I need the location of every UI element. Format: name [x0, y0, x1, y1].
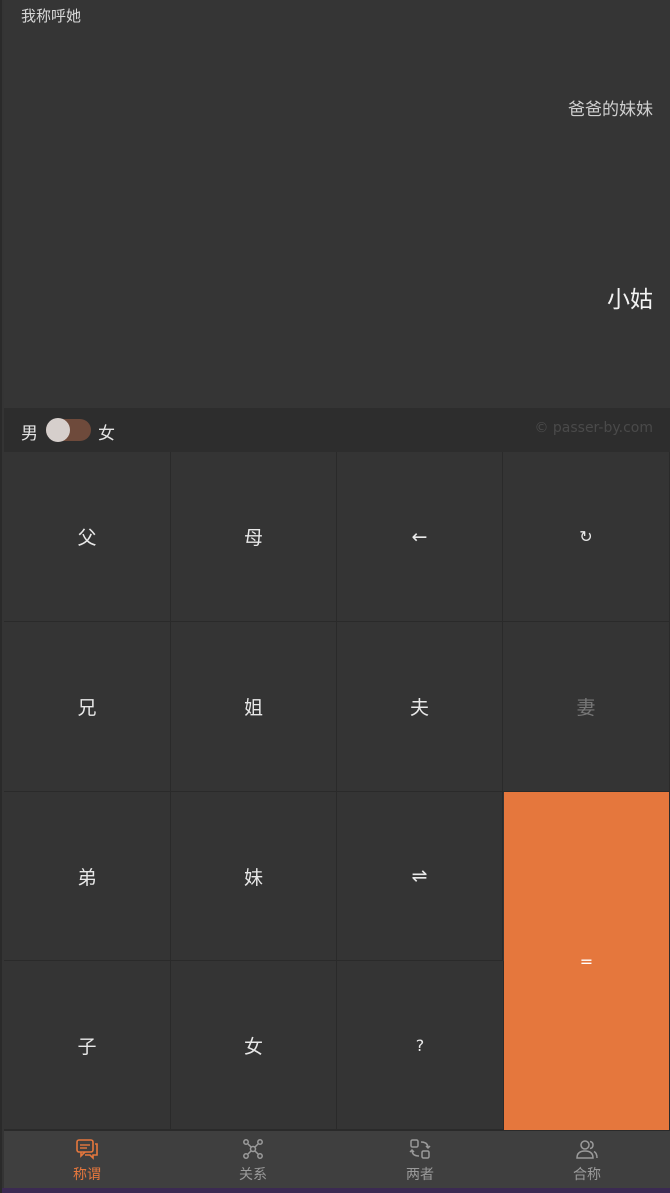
nav-item-titles[interactable]: 称谓 [4, 1131, 170, 1189]
app-window: 我称呼她 爸爸的妹妹 小姑 男 女 © passer-by.com 父 母 ← … [0, 0, 670, 1193]
expression-text: 爸爸的妹妹 [568, 100, 653, 120]
copyright-text: © passer-by.com [534, 420, 653, 436]
nav-label: 称谓 [73, 1167, 101, 1183]
gender-toggle[interactable] [46, 418, 91, 442]
users-icon [576, 1140, 598, 1159]
bottom-strip [2, 1188, 670, 1193]
options-bar: 男 女 © passer-by.com [4, 408, 670, 453]
display-panel: 我称呼她 爸爸的妹妹 小姑 [4, 0, 670, 408]
key-older-sister[interactable]: 姐 [171, 622, 337, 792]
key-wife[interactable]: 妻 [503, 622, 670, 792]
nav-item-combined[interactable]: 合称 [504, 1131, 670, 1189]
exchange-icon [409, 1139, 431, 1159]
key-reset[interactable]: ↻ [503, 452, 670, 622]
toggle-knob [46, 418, 70, 442]
key-older-brother[interactable]: 兄 [4, 622, 171, 792]
gender-female-label: 女 [98, 424, 115, 444]
display-header: 我称呼她 [21, 7, 82, 25]
key-father[interactable]: 父 [4, 452, 171, 622]
key-question[interactable]: ? [337, 961, 504, 1130]
network-icon [243, 1139, 263, 1159]
nav-label: 关系 [239, 1167, 267, 1183]
key-son[interactable]: 子 [4, 961, 171, 1130]
key-backspace[interactable]: ← [337, 452, 503, 622]
key-daughter[interactable]: 女 [171, 961, 337, 1130]
nav-label: 合称 [573, 1167, 601, 1183]
nav-item-relations[interactable]: 关系 [170, 1131, 336, 1189]
gender-male-label: 男 [21, 424, 38, 444]
key-equals[interactable]: = [504, 792, 669, 1130]
bottom-nav: 称谓 关系 两者 合称 [4, 1130, 670, 1189]
nav-label: 两者 [406, 1167, 434, 1183]
key-husband[interactable]: 夫 [337, 622, 503, 792]
key-younger-sister[interactable]: 妹 [171, 792, 337, 961]
result-text: 小姑 [607, 287, 653, 313]
keypad: 父 母 ← ↻ 兄 姐 夫 妻 弟 妹 ⇌ = 子 女 ? [4, 452, 670, 1130]
nav-item-both[interactable]: 两者 [337, 1131, 503, 1189]
key-mother[interactable]: 母 [171, 452, 337, 622]
key-younger-brother[interactable]: 弟 [4, 792, 171, 961]
chat-bubbles-icon [76, 1139, 98, 1160]
key-swap[interactable]: ⇌ [337, 792, 503, 961]
